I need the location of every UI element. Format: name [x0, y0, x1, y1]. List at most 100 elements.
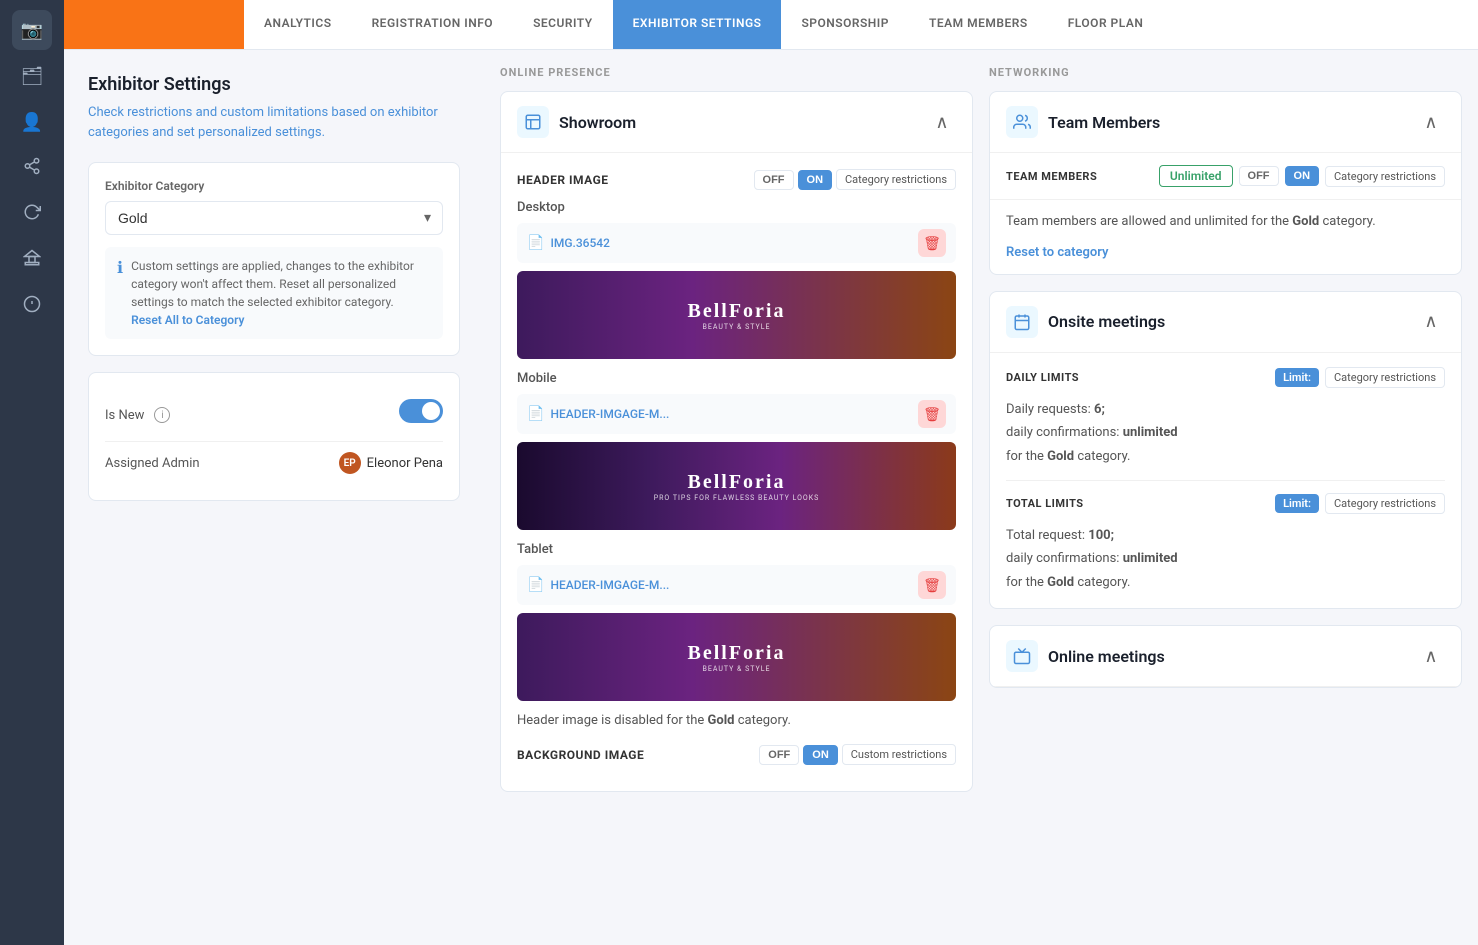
sidebar-icon-users[interactable]: 👤	[12, 102, 52, 142]
sidebar-icon-share[interactable]	[12, 148, 52, 188]
tablet-file-item: 📄 HEADER-IMGAGE-M... 🗑	[517, 565, 956, 605]
camera-icon: 📷	[21, 20, 43, 41]
left-panel: Exhibitor Settings Check restrictions an…	[64, 50, 484, 945]
avatar: EP	[339, 452, 361, 474]
mobile-delete-button[interactable]: 🗑	[918, 400, 946, 428]
team-off-button[interactable]: OFF	[1239, 166, 1279, 186]
total-limits-group: Limit: Category restrictions	[1275, 493, 1445, 514]
disabled-notice: Header image is disabled for the Gold ca…	[517, 713, 956, 728]
sidebar-icon-camera[interactable]: 📷	[12, 10, 52, 50]
bg-image-label: BACKGROUND IMAGE	[517, 748, 644, 762]
bg-image-on-button[interactable]: ON	[803, 745, 838, 765]
tab-security[interactable]: SECURITY	[513, 0, 613, 49]
tablet-file-icon: 📄	[527, 577, 544, 593]
briefcase-icon: 🗂	[21, 66, 44, 87]
tab-analytics[interactable]: ANALYTICS	[244, 0, 352, 49]
team-members-row: TEAM MEMBERS Unlimited OFF ON Category r…	[990, 153, 1461, 200]
team-members-collapse-button[interactable]: ∧	[1417, 108, 1445, 136]
is-new-toggle[interactable]	[399, 399, 443, 423]
tab-sponsorship[interactable]: SPONSORSHIP	[781, 0, 908, 49]
total-limits-details: Total request: 100; daily confirmations:…	[1006, 524, 1445, 594]
tab-registration-info[interactable]: REGISTRATION INFO	[352, 0, 514, 49]
showroom-title: Showroom	[517, 106, 636, 138]
onsite-meetings-collapse-button[interactable]: ∧	[1417, 308, 1445, 336]
settings-options-card: Is New i Assigned Admin EP Eleonor Pena	[88, 372, 460, 501]
online-meetings-icon	[1006, 640, 1038, 672]
share-icon	[23, 157, 41, 180]
daily-limits-row: DAILY LIMITS Limit: Category restriction…	[1006, 367, 1445, 388]
networking-label: NETWORKING	[989, 66, 1462, 79]
desktop-file-item: 📄 IMG.36542 🗑	[517, 223, 956, 263]
info-box: ℹ Custom settings are applied, changes t…	[105, 247, 443, 339]
sidebar-icon-briefcase[interactable]: 🗂	[12, 56, 52, 96]
tab-exhibitor-settings[interactable]: EXHIBITOR SETTINGS	[613, 0, 782, 49]
page-body: Exhibitor Settings Check restrictions an…	[64, 50, 1478, 945]
info-text: Custom settings are applied, changes to …	[131, 257, 431, 329]
tablet-file-name: 📄 HEADER-IMGAGE-M...	[527, 577, 669, 593]
header-image-section: HEADER IMAGE OFF ON Category restriction…	[517, 169, 956, 728]
showroom-icon	[517, 106, 549, 138]
exhibitor-category-card: Exhibitor Category Gold Silver Bronze ▾ …	[88, 162, 460, 356]
total-limit-badge: Limit:	[1275, 494, 1319, 513]
showroom-card-header: Showroom ∧	[501, 92, 972, 153]
assigned-admin-label: Assigned Admin	[105, 456, 200, 471]
desktop-label: Desktop	[517, 200, 956, 215]
info-icon	[23, 295, 41, 318]
header-image-toggle-group: OFF ON Category restrictions	[754, 169, 956, 190]
online-presence-label: ONLINE PRESENCE	[500, 66, 973, 79]
desktop-preview-image: BellForia BEAUTY & STYLE	[517, 271, 956, 359]
online-meetings-title: Online meetings	[1006, 640, 1165, 672]
onsite-meetings-body: DAILY LIMITS Limit: Category restriction…	[990, 353, 1461, 608]
sidebar-icon-monument[interactable]	[12, 240, 52, 280]
unlimited-badge: Unlimited	[1159, 165, 1233, 187]
team-restriction-badge[interactable]: Category restrictions	[1325, 166, 1445, 187]
mobile-file-item: 📄 HEADER-IMGAGE-M... 🗑	[517, 394, 956, 434]
tab-floor-plan[interactable]: FLOOR PLAN	[1048, 0, 1164, 49]
header-image-on-button[interactable]: ON	[798, 170, 833, 190]
team-info-text: Team members are allowed and unlimited f…	[990, 200, 1461, 241]
daily-limits-group: Limit: Category restrictions	[1275, 367, 1445, 388]
mobile-bellforia-content: BellForia PRO TIPS FOR FLAWLESS BEAUTY L…	[654, 471, 820, 502]
tablet-delete-button[interactable]: 🗑	[918, 571, 946, 599]
header-image-restriction-badge[interactable]: Category restrictions	[836, 169, 956, 190]
total-limits-label: TOTAL LIMITS	[1006, 497, 1084, 510]
team-members-controls: Unlimited OFF ON Category restrictions	[1159, 165, 1445, 187]
total-restriction-badge[interactable]: Category restrictions	[1325, 493, 1445, 514]
header-image-section-header: HEADER IMAGE OFF ON Category restriction…	[517, 169, 956, 190]
online-presence-column: ONLINE PRESENCE Showroom ∧	[500, 66, 973, 929]
showroom-collapse-button[interactable]: ∧	[928, 108, 956, 136]
is-new-label: Is New i	[105, 407, 170, 423]
category-select[interactable]: Gold Silver Bronze	[105, 201, 443, 235]
sidebar-icon-refresh[interactable]	[12, 194, 52, 234]
refresh-icon	[23, 203, 41, 226]
mobile-label: Mobile	[517, 371, 956, 386]
header-image-off-button[interactable]: OFF	[754, 170, 794, 190]
online-meetings-collapse-button[interactable]: ∧	[1417, 642, 1445, 670]
file-icon: 📄	[527, 235, 544, 251]
reset-to-category-link[interactable]: Reset to category	[990, 241, 1461, 274]
bg-image-restriction-badge[interactable]: Custom restrictions	[842, 744, 956, 765]
page-description: Check restrictions and custom limitation…	[88, 103, 460, 142]
bellforia-content: BellForia BEAUTY & STYLE	[688, 300, 786, 331]
daily-limits-label: DAILY LIMITS	[1006, 371, 1079, 384]
users-icon: 👤	[21, 112, 43, 133]
logo-area	[64, 0, 244, 49]
daily-restriction-badge[interactable]: Category restrictions	[1325, 367, 1445, 388]
section-divider	[1006, 480, 1445, 481]
is-new-info-icon: i	[154, 407, 170, 423]
right-content: ONLINE PRESENCE Showroom ∧	[484, 50, 1478, 945]
nav-tabs: ANALYTICS REGISTRATION INFO SECURITY EXH…	[244, 0, 1163, 49]
mobile-file-icon: 📄	[527, 406, 544, 422]
tab-team-members[interactable]: TEAM MEMBERS	[909, 0, 1048, 49]
online-meetings-card: Online meetings ∧	[989, 625, 1462, 688]
team-on-button[interactable]: ON	[1285, 166, 1320, 186]
total-limits-row: TOTAL LIMITS Limit: Category restriction…	[1006, 493, 1445, 514]
reset-all-link[interactable]: Reset All to Category	[131, 313, 244, 327]
desktop-delete-button[interactable]: 🗑	[918, 229, 946, 257]
bg-image-off-button[interactable]: OFF	[759, 745, 799, 765]
main-content: ANALYTICS REGISTRATION INFO SECURITY EXH…	[64, 0, 1478, 945]
sidebar-icon-info[interactable]	[12, 286, 52, 326]
onsite-meetings-header: Onsite meetings ∧	[990, 292, 1461, 353]
is-new-row: Is New i	[105, 389, 443, 442]
daily-limit-badge: Limit:	[1275, 368, 1319, 387]
